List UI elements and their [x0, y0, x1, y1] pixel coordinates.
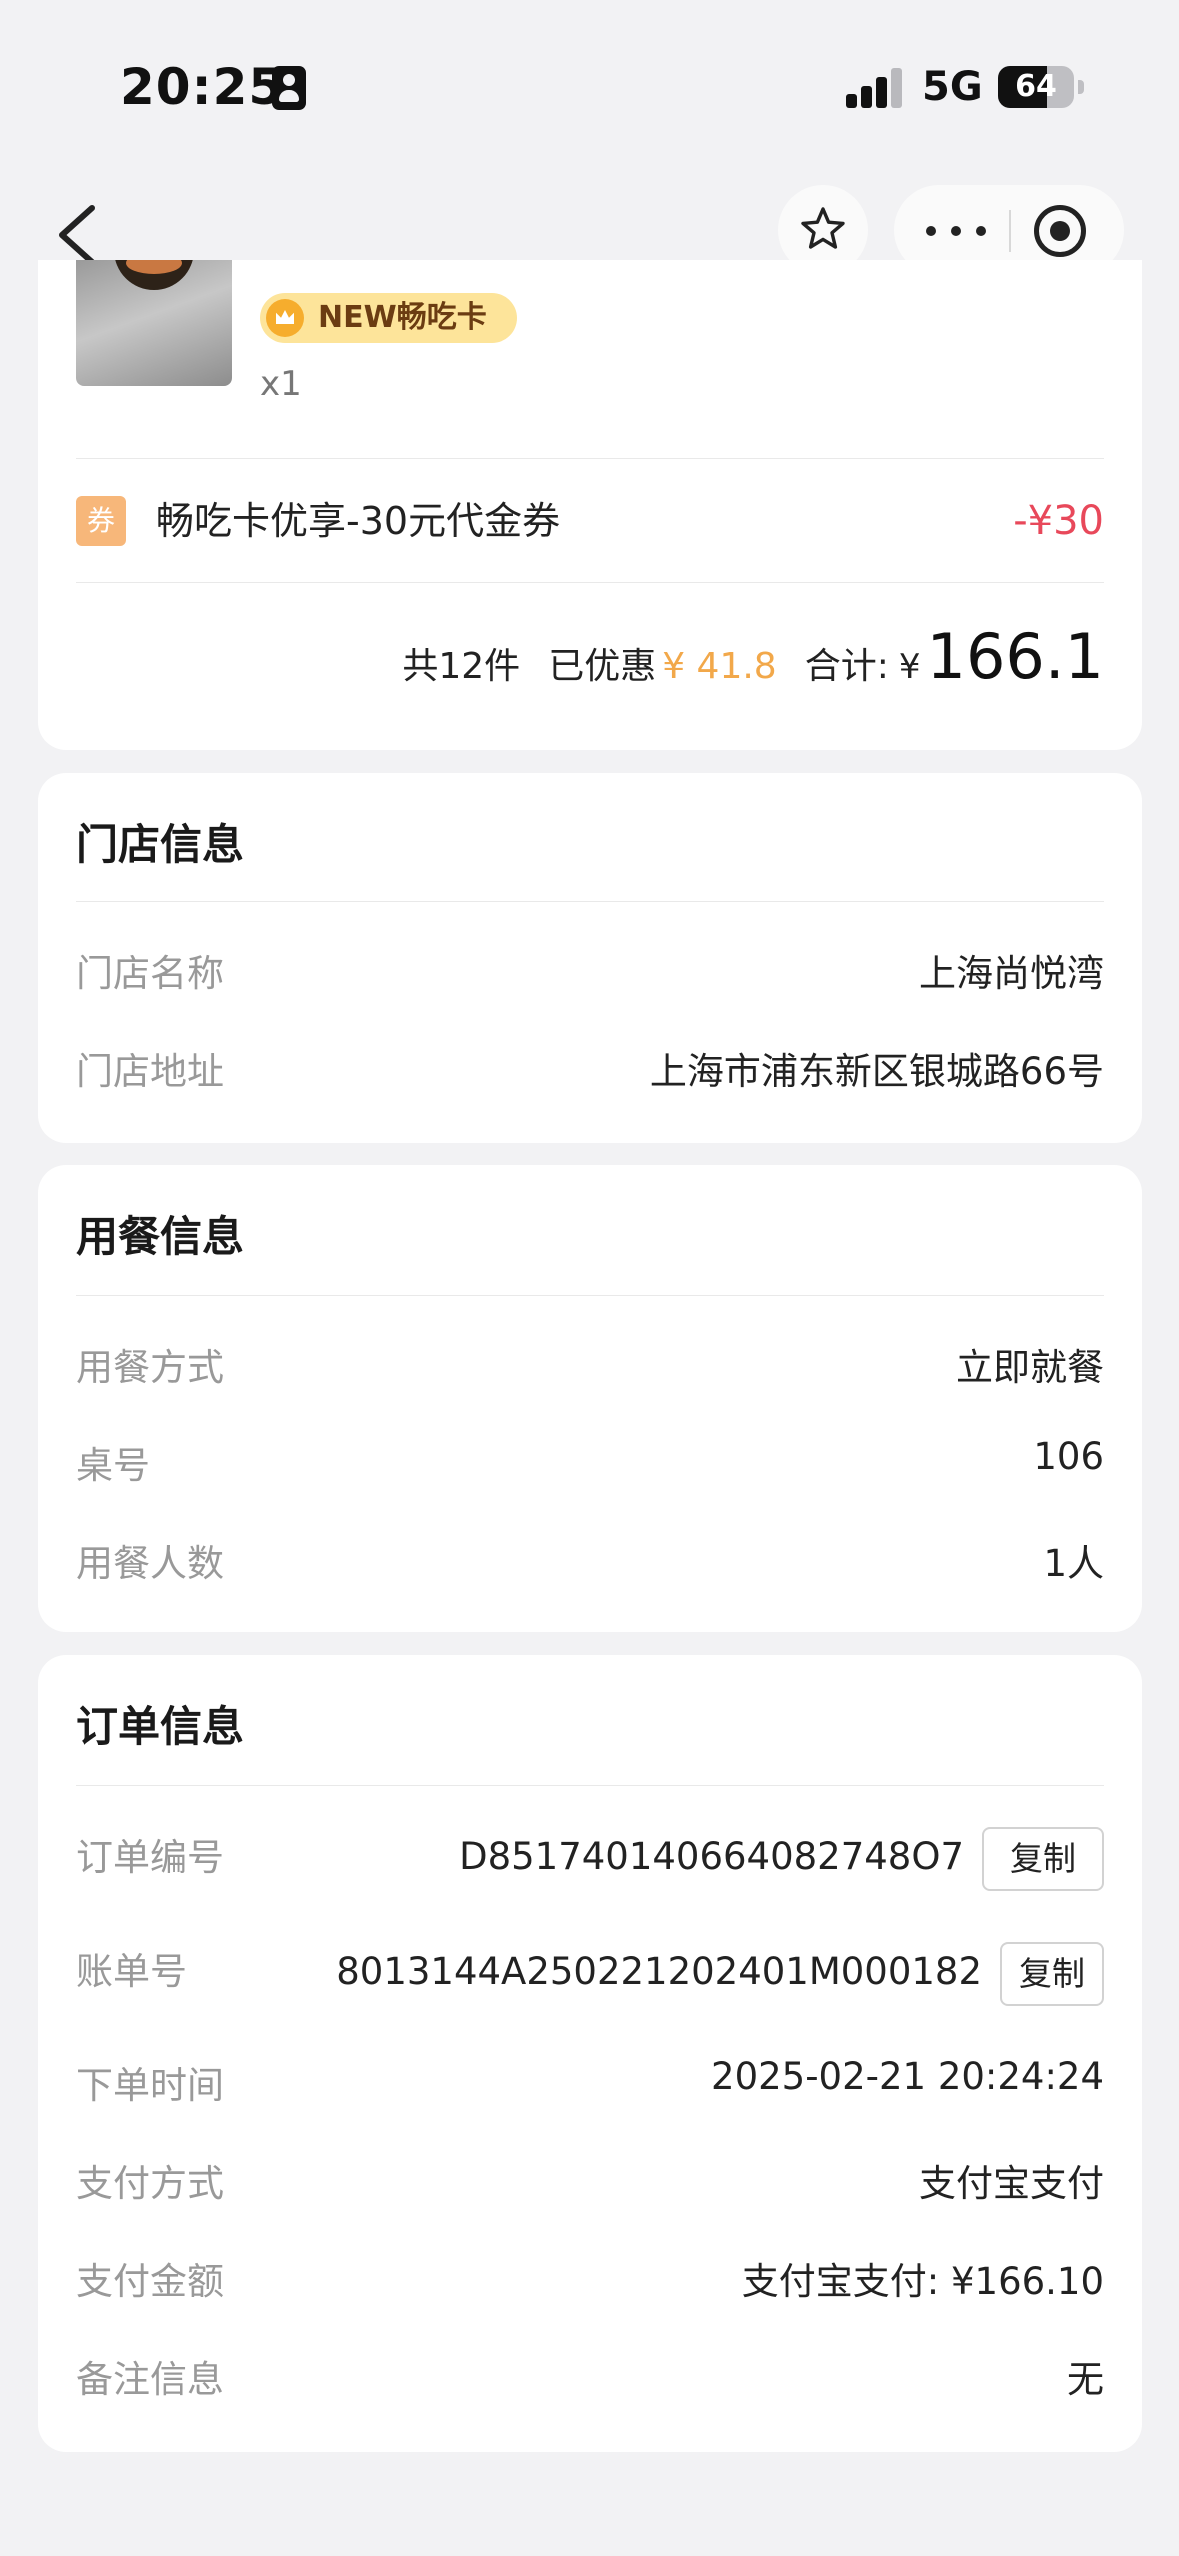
- bill-number-label: 账单号: [76, 1950, 187, 1993]
- status-bar: 20:25 5G 64: [0, 0, 1179, 170]
- member-badge: NEW畅吃卡: [260, 293, 517, 343]
- dish-thumbnail: [76, 260, 232, 386]
- card-title: 订单信息: [76, 1702, 245, 1751]
- crown-icon: [266, 299, 304, 337]
- payment-amount-label: 支付金额: [76, 2260, 224, 2303]
- divider: [76, 1785, 1104, 1786]
- bill-number-value: 8013144A250221202401M000182: [336, 1950, 982, 1993]
- table-number-label: 桌号: [76, 1444, 150, 1487]
- order-number-label: 订单编号: [76, 1836, 224, 1879]
- battery-level: 64: [1015, 69, 1057, 104]
- discount-value: ¥ 41.8: [662, 646, 777, 687]
- coupon-amount: -¥30: [1013, 498, 1104, 544]
- store-address-label: 门店地址: [76, 1050, 224, 1093]
- star-icon: [801, 207, 845, 249]
- table-number-value: 106: [1033, 1435, 1104, 1478]
- target-circle-icon[interactable]: [1034, 205, 1086, 257]
- member-badge-label: NEW畅吃卡: [318, 300, 487, 335]
- coupon-name: 畅吃卡优享-30元代金券: [156, 499, 561, 543]
- battery-cap: [1078, 80, 1084, 94]
- order-time-label: 下单时间: [76, 2064, 224, 2107]
- dining-info-card: 用餐信息 用餐方式 立即就餐 桌号 106 用餐人数 1人: [38, 1165, 1142, 1632]
- item-count: 共12件: [402, 646, 521, 687]
- order-items-card: NEW畅吃卡 x1 券 畅吃卡优享-30元代金券 -¥30 共12件 已优惠 ¥…: [38, 260, 1142, 750]
- signal-icon: [846, 68, 904, 108]
- divider: [76, 901, 1104, 902]
- card-title: 用餐信息: [76, 1212, 245, 1261]
- guest-count-label: 用餐人数: [76, 1542, 224, 1585]
- dining-mode-value: 立即就餐: [956, 1346, 1104, 1389]
- order-info-card: 订单信息 订单编号 D851740140664082748O7 复制 账单号 8…: [38, 1655, 1142, 2452]
- store-name-label: 门店名称: [76, 952, 224, 995]
- remark-label: 备注信息: [76, 2358, 224, 2401]
- capsule-divider: [1009, 210, 1011, 252]
- store-name-value: 上海尚悦湾: [919, 952, 1104, 995]
- copy-bill-number-button[interactable]: 复制: [1000, 1942, 1104, 2006]
- discount-label: 已优惠: [548, 646, 657, 687]
- battery-icon: 64: [998, 66, 1074, 108]
- payment-method-value: 支付宝支付: [919, 2162, 1104, 2205]
- divider: [76, 582, 1104, 583]
- network-type: 5G: [922, 64, 983, 110]
- total-amount: 166.1: [926, 620, 1105, 693]
- order-time-value: 2025-02-21 20:24:24: [711, 2055, 1104, 2098]
- item-quantity: x1: [260, 364, 302, 404]
- payment-method-label: 支付方式: [76, 2162, 224, 2205]
- divider: [76, 1295, 1104, 1296]
- status-time: 20:25: [120, 58, 285, 116]
- divider: [76, 458, 1104, 459]
- payment-amount-value: 支付宝支付: ¥166.10: [741, 2260, 1104, 2303]
- remark-value: 无: [1067, 2358, 1104, 2401]
- dining-mode-label: 用餐方式: [76, 1346, 224, 1389]
- order-summary: 共12件 已优惠 ¥ 41.8 合计: ¥ 166.1: [402, 620, 1105, 693]
- coupon-tag: 券: [76, 496, 126, 546]
- order-number-value: D851740140664082748O7: [459, 1835, 964, 1878]
- card-title: 门店信息: [76, 820, 245, 869]
- store-address-value: 上海市浦东新区银城路66号: [649, 1050, 1104, 1093]
- more-dots-icon[interactable]: [926, 226, 986, 236]
- guest-count-value: 1人: [1043, 1542, 1104, 1585]
- copy-order-number-button[interactable]: 复制: [982, 1827, 1104, 1891]
- id-card-icon: [272, 66, 306, 110]
- store-info-card: 门店信息 门店名称 上海尚悦湾 门店地址 上海市浦东新区银城路66号: [38, 773, 1142, 1143]
- total-label: 合计:: [804, 646, 889, 687]
- currency-symbol: ¥: [898, 647, 921, 687]
